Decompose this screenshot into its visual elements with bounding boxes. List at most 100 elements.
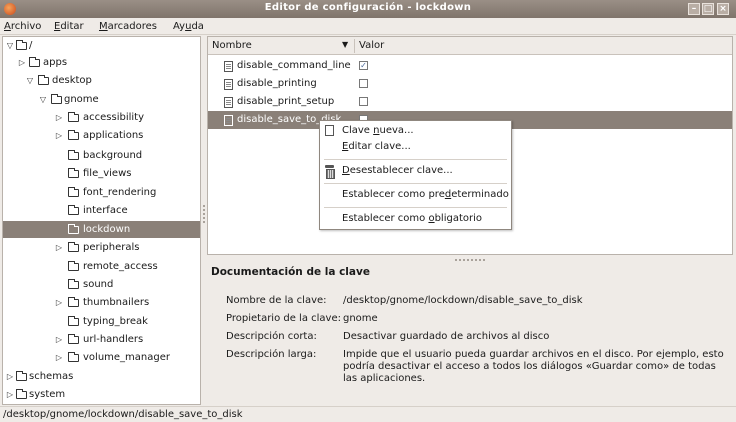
folder-icon [68, 297, 79, 307]
folder-icon [68, 242, 79, 252]
minimize-button[interactable]: – [688, 3, 700, 15]
tree-item-thumbnailers[interactable]: ▷ thumbnailers [3, 294, 200, 311]
menu-marcadores[interactable]: Marcadores [99, 21, 157, 32]
expander-icon[interactable]: ▷ [54, 349, 64, 366]
expander-icon[interactable]: ▽ [38, 91, 48, 108]
expander-icon[interactable]: ▷ [54, 127, 64, 144]
short-description-label: Descripción corta: [226, 331, 317, 342]
status-path: /desktop/gnome/lockdown/disable_save_to_… [3, 409, 243, 420]
menu-item-edit-key[interactable]: Editar clave... [320, 138, 511, 156]
window-title: Editor de configuración - lockdown [264, 2, 472, 13]
folder-icon [68, 261, 79, 271]
tree-item-interface[interactable]: interface [3, 202, 200, 219]
new-key-icon [325, 125, 334, 136]
long-description-label: Descripción larga: [226, 349, 317, 360]
folder-icon [68, 112, 79, 122]
expander-icon[interactable]: ▷ [54, 294, 64, 311]
expander-icon[interactable]: ▽ [5, 37, 15, 54]
folder-open-icon [16, 40, 27, 50]
owner-label: Propietario de la clave: [226, 313, 341, 324]
tree-item-system[interactable]: ▷ system [3, 386, 200, 403]
owner-value: gnome [343, 313, 378, 324]
key-name-label: Nombre de la clave: [226, 295, 327, 306]
folder-icon [68, 187, 79, 197]
key-documentation: Documentación de la clave Nombre de la c… [207, 262, 733, 405]
pane-splitter[interactable] [202, 205, 206, 225]
tree-item-accessibility[interactable]: ▷ accessibility [3, 109, 200, 126]
expander-icon[interactable]: ▷ [5, 386, 15, 403]
menu-item-set-mandatory[interactable]: Establecer como obligatorio [320, 210, 511, 228]
key-row-disable-printing[interactable]: disable_printing [208, 75, 732, 93]
unset-key-icon [324, 165, 335, 179]
tree-item-peripherals[interactable]: ▷ peripherals [3, 239, 200, 256]
menu-separator [324, 183, 507, 184]
expander-icon[interactable]: ▽ [25, 72, 35, 89]
status-bar: /desktop/gnome/lockdown/disable_save_to_… [0, 406, 736, 422]
key-icon [224, 79, 233, 90]
tree-item-volume-manager[interactable]: ▷ volume_manager [3, 349, 200, 366]
folder-icon [68, 130, 79, 140]
menu-item-set-default[interactable]: Establecer como predeterminado [320, 186, 511, 204]
key-row-disable-command-line[interactable]: disable_command_line ✓ [208, 57, 732, 75]
folder-icon [68, 150, 79, 160]
tree-item-background[interactable]: background [3, 147, 200, 164]
menu-item-unset-key[interactable]: Desestablecer clave... [320, 162, 511, 180]
folder-icon [68, 279, 79, 289]
folder-icon [68, 316, 79, 326]
folder-icon [16, 389, 27, 399]
folder-icon [68, 205, 79, 215]
sort-descending-icon[interactable]: ▼ [342, 40, 348, 49]
short-description-value: Desactivar guardado de archivos al disco [343, 331, 550, 342]
tree-item-gnome[interactable]: ▽ gnome [3, 91, 200, 108]
title-bar: Editor de configuración - lockdown – □ × [0, 0, 736, 18]
folder-icon [68, 224, 79, 234]
folder-open-icon [38, 75, 49, 85]
tree-item-schemas[interactable]: ▷ schemas [3, 368, 200, 385]
column-header-value[interactable]: Valor [359, 40, 384, 51]
menu-bar: Archivo Editar Marcadores Ayuda [0, 18, 736, 35]
expander-icon[interactable]: ▷ [54, 331, 64, 348]
tree-item-typing-break[interactable]: typing_break [3, 313, 200, 330]
menu-editar[interactable]: Editar [54, 21, 84, 32]
menu-separator [324, 207, 507, 208]
expander-icon[interactable]: ▷ [5, 368, 15, 385]
tree-item-root[interactable]: ▽ / [3, 37, 200, 54]
folder-icon [68, 352, 79, 362]
expander-icon[interactable]: ▷ [17, 54, 27, 71]
folder-icon [68, 334, 79, 344]
folder-icon [29, 57, 40, 67]
pane-splitter-horizontal[interactable] [455, 259, 485, 261]
tree-item-lockdown[interactable]: lockdown [3, 221, 200, 238]
key-icon [224, 97, 233, 108]
key-name-value: /desktop/gnome/lockdown/disable_save_to_… [343, 295, 583, 306]
tree-item-apps[interactable]: ▷ apps [3, 54, 200, 71]
folder-icon [68, 168, 79, 178]
folder-open-icon [51, 94, 62, 104]
value-checkbox[interactable] [359, 79, 368, 88]
key-row-disable-print-setup[interactable]: disable_print_setup [208, 93, 732, 111]
column-separator[interactable] [354, 39, 355, 53]
context-menu: Clave nueva... Editar clave... Desestabl… [319, 120, 512, 230]
column-header-name[interactable]: Nombre [212, 40, 252, 51]
tree-item-applications[interactable]: ▷ applications [3, 127, 200, 144]
tree-item-file-views[interactable]: file_views [3, 165, 200, 182]
expander-icon[interactable]: ▷ [54, 239, 64, 256]
folder-icon [16, 371, 27, 381]
value-checkbox[interactable] [359, 97, 368, 106]
menu-archivo[interactable]: Archivo [4, 21, 41, 32]
documentation-heading: Documentación de la clave [211, 266, 370, 278]
tree-item-sound[interactable]: sound [3, 276, 200, 293]
list-header: Nombre ▼ Valor [208, 37, 732, 55]
tree-item-font-rendering[interactable]: font_rendering [3, 184, 200, 201]
menu-ayuda[interactable]: Ayuda [173, 21, 204, 32]
maximize-button[interactable]: □ [702, 3, 714, 15]
tree-item-url-handlers[interactable]: ▷ url-handlers [3, 331, 200, 348]
expander-icon[interactable]: ▷ [54, 109, 64, 126]
menu-separator [324, 159, 507, 160]
value-checkbox[interactable]: ✓ [359, 61, 368, 70]
close-button[interactable]: × [717, 3, 729, 15]
tree-item-desktop[interactable]: ▽ desktop [3, 72, 200, 89]
key-icon [224, 61, 233, 72]
directory-tree[interactable]: ▽ / ▷ apps ▽ desktop ▽ gnome ▷ accessibi… [2, 36, 201, 405]
tree-item-remote-access[interactable]: remote_access [3, 258, 200, 275]
